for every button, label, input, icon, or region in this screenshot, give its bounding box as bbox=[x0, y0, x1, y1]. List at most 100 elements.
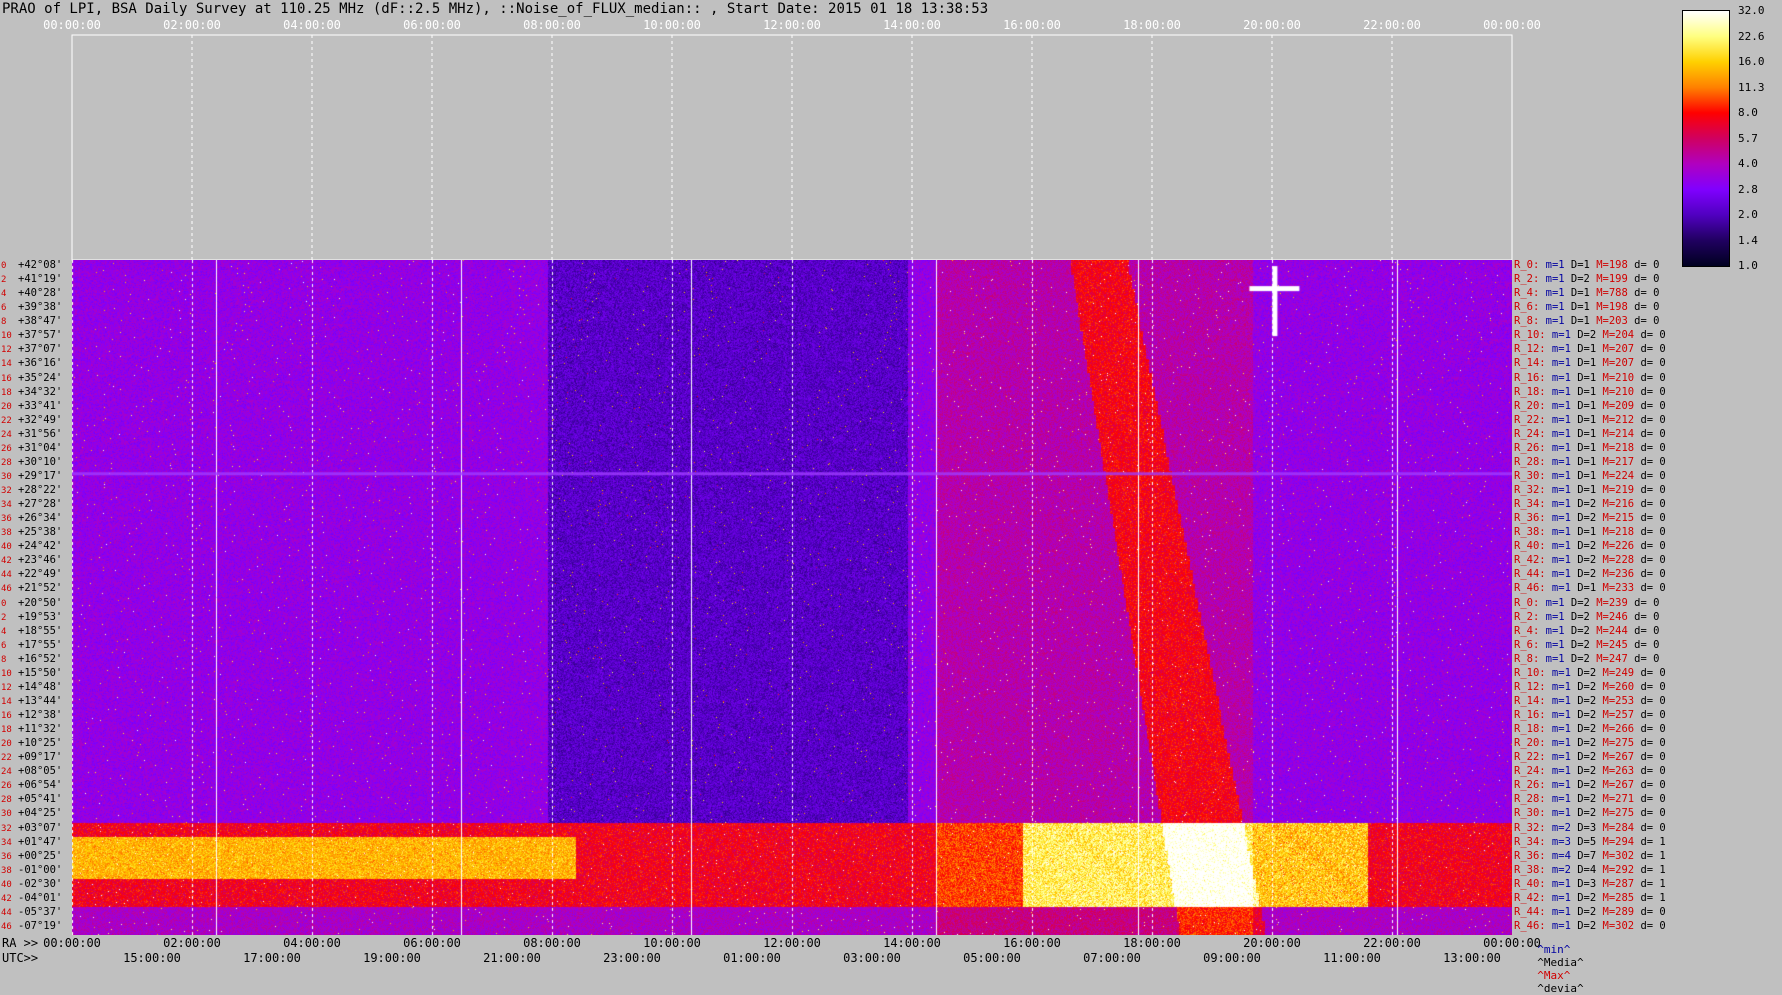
stat-rn: R_32: bbox=[1514, 821, 1546, 834]
stat-mx: M=214 bbox=[1596, 427, 1635, 440]
row-index-label: 40 bbox=[1, 879, 12, 890]
stat-mx: M=210 bbox=[1596, 385, 1635, 398]
stat-dv: d= 0 bbox=[1634, 793, 1666, 806]
receiver-row-stats: R_4: m=1 D=2 M=244 d= 0 bbox=[1514, 625, 1659, 637]
stat-mx: M=302 bbox=[1596, 849, 1635, 862]
utc-axis-label: UTC>> bbox=[2, 951, 39, 965]
stat-dv: d= 0 bbox=[1627, 596, 1660, 609]
stat-rn: R_28: bbox=[1514, 793, 1546, 806]
stat-rn: R_32: bbox=[1514, 484, 1546, 496]
stat-mx: M=285 bbox=[1596, 891, 1635, 904]
receiver-row-stats: R_10: m=1 D=2 M=204 d= 0 bbox=[1514, 329, 1666, 341]
ra-tick-label: 06:00:00 bbox=[403, 936, 461, 950]
stat-mx: M=246 bbox=[1589, 610, 1628, 623]
colorbar-tick-label: 5.7 bbox=[1738, 131, 1758, 145]
row-index-label: 32 bbox=[1, 486, 12, 496]
row-index-label: 12 bbox=[1, 682, 12, 693]
stat-mx: M=257 bbox=[1596, 709, 1635, 721]
row-index-label: 8 bbox=[1, 317, 7, 328]
stat-dv: d= 0 bbox=[1627, 287, 1660, 300]
stat-dv: d= 0 bbox=[1634, 469, 1666, 482]
stat-dd: D=5 bbox=[1570, 835, 1597, 848]
stat-dd: D=1 bbox=[1564, 259, 1590, 271]
stat-rn: R_44: bbox=[1514, 568, 1546, 581]
stat-dv: d= 0 bbox=[1634, 723, 1666, 736]
stat-dd: D=1 bbox=[1570, 399, 1597, 412]
stat-mx: M=217 bbox=[1596, 455, 1635, 468]
stat-dd: D=2 bbox=[1564, 638, 1590, 651]
receiver-row-stats: R_42: m=1 D=2 M=285 d= 1 bbox=[1514, 892, 1666, 904]
utc-tick-label: 03:00:00 bbox=[843, 951, 901, 965]
stat-rn: R_2: bbox=[1514, 610, 1540, 623]
declination-label: -02°30' bbox=[18, 877, 63, 890]
receiver-row-stats: R_8: m=1 D=1 M=203 d= 0 bbox=[1514, 315, 1659, 327]
stat-mx: M=284 bbox=[1596, 821, 1635, 834]
stat-dv: d= 0 bbox=[1634, 666, 1666, 679]
stat-mn: m=1 bbox=[1539, 652, 1565, 665]
declination-label: +27°28' bbox=[18, 498, 63, 511]
stat-mx: M=212 bbox=[1596, 413, 1635, 426]
stat-dv: d= 0 bbox=[1634, 709, 1666, 721]
declination-label: +20°50' bbox=[18, 596, 63, 609]
stat-rn: R_44: bbox=[1514, 905, 1546, 918]
stat-dd: D=1 bbox=[1570, 343, 1597, 356]
stat-mn: m=1 bbox=[1545, 680, 1571, 693]
stat-dv: d= 1 bbox=[1634, 835, 1666, 848]
receiver-row-stats: R_28: m=1 D=2 M=271 d= 0 bbox=[1514, 793, 1666, 805]
declination-label: +00°25' bbox=[18, 849, 63, 862]
stat-dv: d= 0 bbox=[1627, 273, 1660, 286]
stat-mx: M=294 bbox=[1596, 835, 1635, 848]
receiver-row-stats: R_8: m=1 D=2 M=247 d= 0 bbox=[1514, 653, 1659, 665]
row-index-label: 28 bbox=[1, 795, 12, 806]
stat-mx: M=236 bbox=[1596, 568, 1635, 581]
row-index-label: 20 bbox=[1, 401, 12, 412]
row-index-label: 2 bbox=[1, 612, 7, 623]
row-index-label: 42 bbox=[1, 893, 12, 904]
receiver-row-stats: R_24: m=1 D=1 M=214 d= 0 bbox=[1514, 428, 1666, 440]
stat-mn: m=1 bbox=[1545, 877, 1571, 890]
declination-label: +18°55' bbox=[18, 624, 63, 637]
stat-dv: d= 0 bbox=[1634, 498, 1666, 511]
stat-dv: d= 0 bbox=[1634, 329, 1666, 342]
stat-dd: D=2 bbox=[1570, 709, 1597, 721]
receiver-row-stats: R_34: m=1 D=2 M=216 d= 0 bbox=[1514, 498, 1666, 510]
stat-mx: M=218 bbox=[1596, 526, 1635, 539]
declination-label: -05°37' bbox=[18, 905, 63, 918]
row-index-label: 36 bbox=[1, 851, 12, 862]
stat-mn: m=1 bbox=[1539, 315, 1565, 328]
ra-tick-label: 16:00:00 bbox=[1003, 936, 1061, 950]
stat-dd: D=2 bbox=[1564, 273, 1590, 286]
declination-label: +32°49' bbox=[18, 413, 63, 426]
stat-rn: R_18: bbox=[1514, 723, 1546, 736]
stat-dv: d= 0 bbox=[1627, 624, 1660, 637]
receiver-row-stats: R_16: m=1 D=2 M=257 d= 0 bbox=[1514, 709, 1666, 721]
stat-mn: m=2 bbox=[1545, 821, 1571, 834]
stat-dd: D=1 bbox=[1564, 315, 1590, 328]
stat-dv: d= 0 bbox=[1634, 905, 1666, 918]
stat-mn: m=1 bbox=[1545, 329, 1571, 342]
stat-dd: D=1 bbox=[1570, 455, 1597, 468]
colorbar-tick-label: 1.0 bbox=[1738, 259, 1758, 272]
utc-tick-label: 13:00:00 bbox=[1443, 951, 1501, 965]
stat-mn: m=1 bbox=[1545, 807, 1571, 820]
stat-mn: m=1 bbox=[1539, 301, 1565, 314]
stat-rn: R_34: bbox=[1514, 498, 1546, 511]
receiver-row-stats: R_42: m=1 D=2 M=228 d= 0 bbox=[1514, 554, 1666, 566]
stat-dd: D=2 bbox=[1564, 596, 1590, 609]
declination-label: +28°22' bbox=[18, 484, 63, 496]
stat-dv: d= 0 bbox=[1634, 427, 1666, 440]
stat-rn: R_0: bbox=[1514, 259, 1540, 271]
heatmap-plot[interactable] bbox=[72, 260, 1512, 935]
declination-label: +33°41' bbox=[18, 399, 63, 412]
row-index-label: 40 bbox=[1, 542, 12, 553]
row-index-label: 30 bbox=[1, 471, 12, 482]
stat-mx: M=224 bbox=[1596, 469, 1635, 482]
ra-tick-label: 20:00:00 bbox=[1243, 936, 1301, 950]
stat-mn: m=1 bbox=[1545, 441, 1571, 454]
utc-tick-label: 15:00:00 bbox=[123, 951, 181, 965]
stat-mx: M=267 bbox=[1596, 751, 1635, 764]
row-index-label: 46 bbox=[1, 584, 12, 595]
ra-tick-label: 12:00:00 bbox=[763, 936, 821, 950]
stat-dd: D=1 bbox=[1570, 484, 1597, 496]
stat-mn: m=1 bbox=[1545, 709, 1571, 721]
